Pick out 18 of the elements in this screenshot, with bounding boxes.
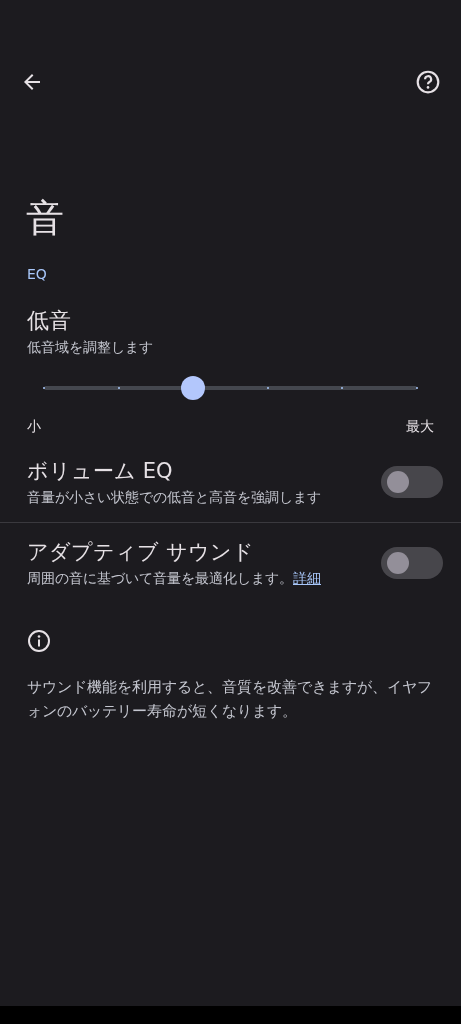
slider-thumb[interactable] — [181, 376, 206, 400]
toggle-switch[interactable] — [381, 466, 443, 498]
slider-min-label: 小 — [27, 417, 41, 436]
setting-title: アダプティブ サウンド — [27, 539, 255, 566]
setting-description: 音量が小さい状態での低音と高音を強調します — [27, 488, 321, 507]
setting-title: 低音 — [26, 307, 72, 335]
setting-description: 周囲の音に基づいて音量を最適化します。詳細 — [27, 569, 321, 588]
toggle-switch[interactable] — [381, 547, 443, 579]
page-title: 音 — [25, 195, 65, 242]
section-label: EQ — [26, 265, 48, 284]
info-icon — [27, 629, 51, 653]
slider-max-label: 最大 — [406, 417, 434, 436]
help-icon[interactable] — [415, 69, 441, 95]
setting-title: ボリューム EQ — [27, 458, 174, 485]
setting-description: 低音域を調整します — [26, 338, 154, 357]
slider[interactable] — [44, 376, 417, 400]
details-link[interactable]: 詳細 — [293, 570, 321, 586]
info-text: サウンド機能を利用すると、音質を改善できますが、イヤフォンのバッテリー寿命が短くなります。 — [26, 677, 433, 722]
